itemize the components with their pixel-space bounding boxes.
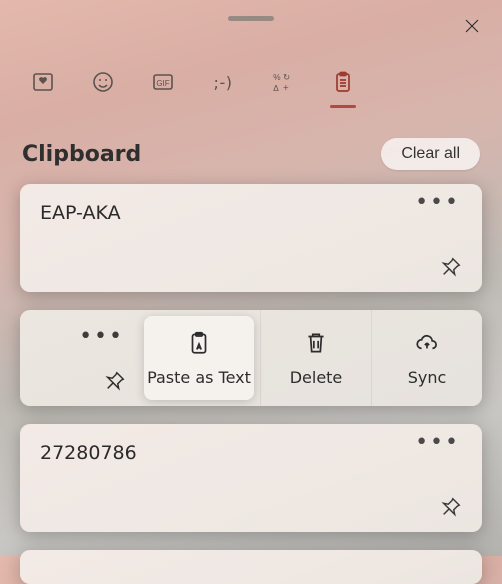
page-title: Clipboard: [22, 142, 141, 167]
clipboard-item-actions: ••• Paste as Text Delete Sync: [20, 310, 482, 406]
action-label: Paste as Text: [147, 368, 251, 387]
more-icon[interactable]: •••: [79, 332, 124, 342]
tab-clipboard[interactable]: [328, 62, 358, 102]
svg-text:%: %: [273, 73, 281, 82]
pin-icon[interactable]: [104, 370, 126, 396]
more-icon[interactable]: •••: [415, 438, 460, 448]
close-button[interactable]: [456, 10, 488, 42]
more-icon[interactable]: •••: [415, 198, 460, 208]
action-paste-as-text[interactable]: Paste as Text: [144, 316, 254, 400]
action-sync[interactable]: Sync: [371, 310, 482, 406]
pin-button[interactable]: [434, 490, 468, 524]
clipboard-item-text: EAP-AKA: [40, 202, 462, 224]
trash-icon: [303, 330, 329, 360]
action-label: Sync: [408, 368, 447, 387]
tab-emoji[interactable]: [88, 62, 118, 102]
tab-gif[interactable]: GIF: [148, 62, 178, 102]
svg-text:Δ: Δ: [273, 84, 279, 93]
drag-handle[interactable]: [228, 16, 274, 21]
cloud-upload-icon: [414, 330, 440, 360]
action-label: Delete: [290, 368, 343, 387]
tab-kaomoji[interactable]: ;-): [208, 62, 238, 102]
mode-tabs: GIF ;-) % ↻ Δ +: [28, 62, 358, 102]
tab-symbols[interactable]: % ↻ Δ +: [268, 62, 298, 102]
svg-text:GIF: GIF: [156, 79, 169, 88]
clipboard-item[interactable]: 27280786 •••: [20, 424, 482, 532]
clipboard-item-text: 27280786: [40, 442, 462, 464]
tab-favorites[interactable]: [28, 62, 58, 102]
section-header: Clipboard Clear all: [22, 138, 480, 170]
item-quick-segment[interactable]: •••: [20, 310, 138, 406]
clear-all-button[interactable]: Clear all: [381, 138, 480, 170]
paste-text-icon: [186, 330, 212, 360]
svg-text:+: +: [283, 83, 289, 94]
kaomoji-label: ;-): [214, 73, 233, 92]
pin-button[interactable]: [434, 250, 468, 284]
svg-text:↻: ↻: [283, 73, 290, 82]
clipboard-item[interactable]: [20, 550, 482, 584]
clipboard-item[interactable]: EAP-AKA •••: [20, 184, 482, 292]
action-delete[interactable]: Delete: [260, 310, 371, 406]
